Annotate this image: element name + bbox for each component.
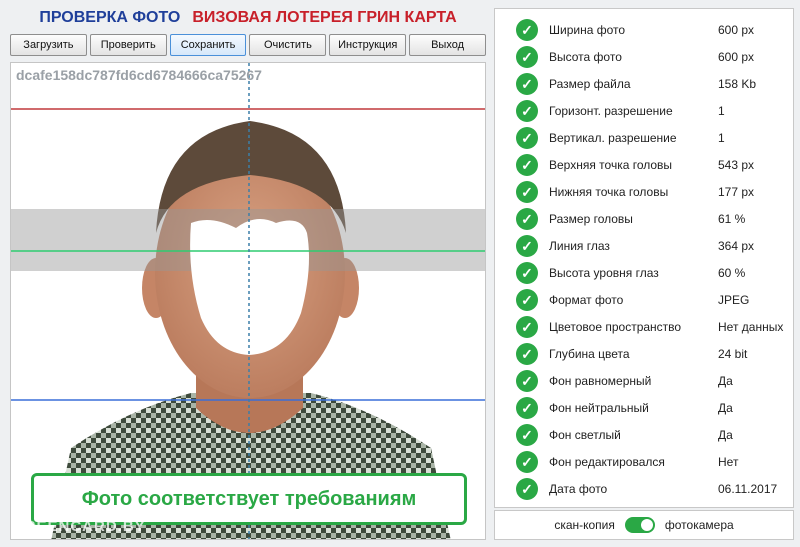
check-label: Линия глаз [549, 238, 610, 253]
check-row: ✓ Формат фото JPEG [495, 286, 795, 313]
load-button[interactable]: Загрузить [10, 34, 87, 56]
check-value: 24 bit [718, 346, 748, 361]
check-row: ✓ Верхняя точка головы 543 px [495, 151, 795, 178]
check-label: Дата фото [549, 481, 608, 496]
check-row: ✓ Нижняя точка головы 177 px [495, 178, 795, 205]
toggle-knob [640, 519, 653, 531]
check-row: ✓ Фон редактировался Нет [495, 448, 795, 475]
check-label: Глубина цвета [549, 346, 630, 361]
check-row: ✓ Размер файла 158 Kb [495, 70, 795, 97]
check-value: 600 px [718, 49, 755, 64]
check-value: 1 [718, 130, 725, 145]
check-label: Высота фото [549, 49, 622, 64]
check-label: Вертикал. разрешение [549, 130, 677, 145]
exit-button[interactable]: Выход [409, 34, 486, 56]
check-label: Высота уровня глаз [549, 265, 659, 280]
check-label: Размер головы [549, 211, 633, 226]
check-value: Да [718, 427, 733, 442]
source-toggle-bar: скан-копия фотокамера [494, 510, 794, 540]
check-value: 543 px [718, 157, 755, 172]
check-icon: ✓ [516, 45, 538, 68]
check-row: ✓ Цветовое пространство Нет данных [495, 313, 795, 340]
check-icon: ✓ [516, 180, 538, 203]
check-icon: ✓ [516, 288, 538, 311]
save-button[interactable]: Сохранить [169, 34, 247, 56]
check-icon: ✓ [516, 450, 538, 473]
check-value: 61 % [718, 211, 746, 226]
status-text: Фото соответствует требованиям [81, 487, 417, 510]
check-label: Горизонт. разрешение [549, 103, 673, 118]
check-value: Нет данных [718, 319, 784, 334]
clear-button[interactable]: Очистить [249, 34, 327, 56]
check-value: 600 px [718, 22, 755, 37]
check-button[interactable]: Проверить [89, 34, 167, 56]
photo-filename: dcafe158dc787fd6cd6784666ca75267 [16, 67, 262, 83]
check-icon: ✓ [516, 153, 538, 176]
check-value: 364 px [718, 238, 755, 253]
check-icon: ✓ [516, 126, 538, 149]
check-label: Фон равномерный [549, 373, 652, 388]
check-value: Да [718, 373, 733, 388]
check-value: 158 Kb [718, 76, 757, 91]
check-icon: ✓ [516, 261, 538, 284]
check-value: Нет [718, 454, 739, 469]
check-value: 177 px [718, 184, 755, 199]
check-icon: ✓ [516, 72, 538, 95]
source-toggle[interactable] [624, 517, 655, 533]
check-icon: ✓ [516, 396, 538, 419]
check-row: ✓ Ширина фото 600 px [495, 16, 795, 43]
check-icon: ✓ [516, 315, 538, 338]
app-header: ПРОВЕРКА ФОТО ВИЗОВАЯ ЛОТЕРЕЯ ГРИН КАРТА [10, 6, 486, 30]
check-row: ✓ Фон равномерный Да [495, 367, 795, 394]
check-icon: ✓ [516, 423, 538, 446]
check-row: ✓ Фон светлый Да [495, 421, 795, 448]
check-row: ✓ Дата фото 06.11.2017 [495, 475, 795, 502]
check-icon: ✓ [516, 369, 538, 392]
title-lottery: ВИЗОВАЯ ЛОТЕРЕЯ ГРИН КАРТА [192, 9, 457, 26]
check-row: ✓ Размер головы 61 % [495, 205, 795, 232]
check-label: Ширина фото [549, 22, 626, 37]
portrait-photo [11, 63, 485, 539]
check-label: Цветовое пространство [549, 319, 682, 334]
photo-viewport[interactable]: dcafe158dc787fd6cd6784666ca75267 Фото со… [10, 62, 486, 540]
camera-label: фотокамера [664, 518, 734, 532]
check-icon: ✓ [516, 477, 538, 500]
instruction-button[interactable]: Инструкция [329, 34, 407, 56]
check-label: Размер файла [549, 76, 631, 91]
toolbar: Загрузить Проверить Сохранить Очистить И… [10, 34, 486, 56]
check-value: JPEG [718, 292, 750, 307]
check-icon: ✓ [516, 342, 538, 365]
check-icon: ✓ [516, 234, 538, 257]
check-value: 60 % [718, 265, 746, 280]
check-label: Нижняя точка головы [549, 184, 669, 199]
check-icon: ✓ [516, 18, 538, 41]
check-row: ✓ Линия глаз 364 px [495, 232, 795, 259]
scan-copy-label: скан-копия [554, 518, 615, 532]
check-label: Фон светлый [549, 427, 621, 442]
check-row: ✓ Вертикал. разрешение 1 [495, 124, 795, 151]
check-value: 06.11.2017 [718, 481, 778, 496]
check-row: ✓ Высота фото 600 px [495, 43, 795, 70]
check-value: Да [718, 400, 733, 415]
check-label: Формат фото [549, 292, 624, 307]
check-label: Фон редактировался [549, 454, 665, 469]
check-row: ✓ Высота уровня глаз 60 % [495, 259, 795, 286]
check-label: Верхняя точка головы [549, 157, 673, 172]
check-value: 1 [718, 103, 725, 118]
watermark-logo: GREENCARD.BY [12, 518, 146, 535]
check-icon: ✓ [516, 207, 538, 230]
check-row: ✓ Горизонт. разрешение 1 [495, 97, 795, 124]
check-row: ✓ Фон нейтральный Да [495, 394, 795, 421]
check-label: Фон нейтральный [549, 400, 649, 415]
check-results-panel: ✓ Ширина фото 600 px ✓ Высота фото 600 px ✓ Р… [494, 8, 794, 508]
title-photo-check: ПРОВЕРКА ФОТО [39, 9, 181, 26]
check-row: ✓ Глубина цвета 24 bit [495, 340, 795, 367]
check-icon: ✓ [516, 99, 538, 122]
